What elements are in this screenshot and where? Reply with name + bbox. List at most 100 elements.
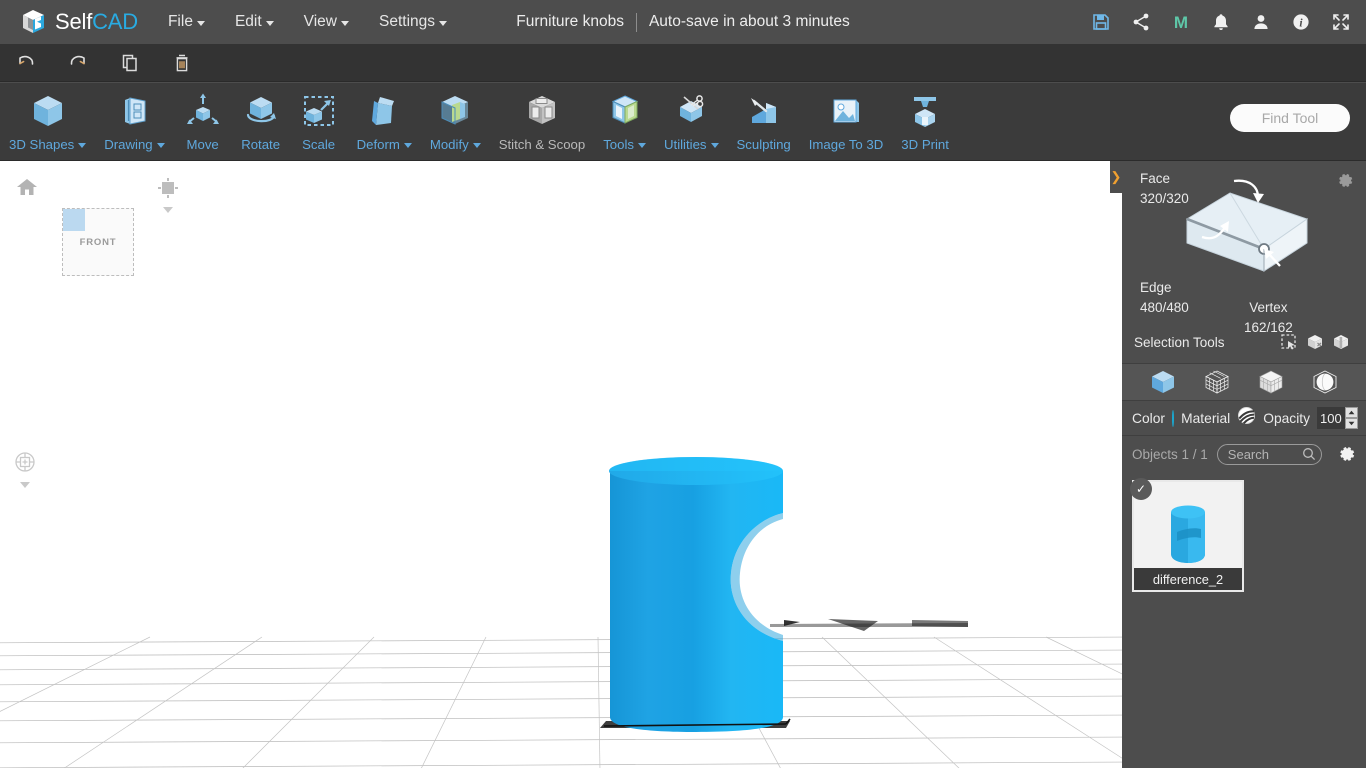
tool-sculpting-label: Sculpting <box>736 137 791 152</box>
tool-modify[interactable]: Modify <box>421 83 490 161</box>
tool-stitch-and-scoop[interactable]: Stitch & Scoop <box>490 83 595 161</box>
tool-drawing-label: Drawing <box>104 137 165 152</box>
3d-viewport[interactable]: FRONT FRONT Y X Z <box>0 161 1122 768</box>
brand[interactable]: SelfCAD <box>20 8 138 36</box>
chevron-right-icon[interactable]: ❯ <box>1110 161 1122 193</box>
menu-file[interactable]: File <box>166 9 207 35</box>
menu-file-label: File <box>167 13 193 30</box>
modify-icon <box>435 90 475 132</box>
color-swatch[interactable] <box>1171 409 1175 427</box>
chevron-down-icon[interactable] <box>163 207 173 213</box>
opacity-input[interactable] <box>1317 407 1345 429</box>
origin-target-control[interactable] <box>13 450 37 488</box>
edge-count: 480/480 <box>1140 299 1189 315</box>
edit-toolbar <box>0 44 1366 82</box>
tool-utilities[interactable]: Utilities <box>655 83 728 161</box>
snap-to-grid-control[interactable] <box>157 177 179 213</box>
right-panel: ❯ Face 320/320 Edge 480/480 Vertex 162/1… <box>1110 161 1366 768</box>
notifications-bell-icon[interactable] <box>1210 11 1232 33</box>
share-icon[interactable] <box>1130 11 1152 33</box>
selection-info-panel: Face 320/320 Edge 480/480 Vertex 162/162… <box>1122 161 1366 363</box>
chevron-down-icon <box>341 20 349 26</box>
fullscreen-icon[interactable] <box>1330 11 1352 33</box>
tool-tools[interactable]: Tools <box>594 83 655 161</box>
divider <box>635 12 637 32</box>
app-header: SelfCAD File Edit View Settings Furnitur… <box>0 0 1366 44</box>
wireframe-view-icon[interactable] <box>1198 367 1236 397</box>
object-card-difference_2[interactable]: ✓ difference_2 <box>1130 478 1244 592</box>
svg-text:M: M <box>1174 13 1188 32</box>
rectangle-select-icon[interactable] <box>1276 331 1302 353</box>
tool-image-to-3d[interactable]: Image To 3D <box>800 83 893 161</box>
tool-drawing[interactable]: Drawing <box>95 83 173 161</box>
opacity-stepper[interactable] <box>1345 407 1358 429</box>
tool-stitch-and-scoop-label: Stitch & Scoop <box>498 137 586 152</box>
objects-search-wrapper <box>1216 443 1322 465</box>
object-selected-check-icon[interactable]: ✓ <box>1130 478 1152 500</box>
main-toolbar: 3D Shapes Drawing Move Rotate Scale Defo… <box>0 83 1366 161</box>
find-tool-input[interactable] <box>1230 104 1350 132</box>
tool-rotate[interactable]: Rotate <box>232 83 290 161</box>
tool-3d-print[interactable]: 3D Print <box>892 83 958 161</box>
delete-button[interactable] <box>156 44 208 82</box>
sculpting-icon <box>744 90 784 132</box>
solid-view-icon[interactable] <box>1144 367 1182 397</box>
tool-image-to-3d-label: Image To 3D <box>808 137 884 152</box>
material-row: Color Material Opacity <box>1122 401 1366 436</box>
tool-tools-label: Tools <box>603 137 646 152</box>
user-account-icon[interactable] <box>1250 11 1272 33</box>
selfcad-logo-icon <box>20 8 48 36</box>
opacity-increment-button[interactable] <box>1345 407 1358 418</box>
view-mode-row <box>1122 363 1366 401</box>
header-icon-group: M i <box>1090 0 1352 44</box>
menu-edit[interactable]: Edit <box>233 9 276 35</box>
objects-list: ✓ difference_2 <box>1122 472 1366 592</box>
undo-button[interactable] <box>0 44 52 82</box>
home-icon[interactable] <box>16 177 38 202</box>
tool-deform[interactable]: Deform <box>348 83 421 161</box>
document-title[interactable]: Furniture knobs <box>516 13 624 31</box>
tool-move[interactable]: Move <box>174 83 232 161</box>
edge-selection-info: Edge 480/480 <box>1140 278 1189 317</box>
save-icon[interactable] <box>1090 11 1112 33</box>
objects-count-label: Objects 1 / 1 <box>1132 446 1208 462</box>
duplicate-button[interactable] <box>104 44 156 82</box>
tool-modify-label: Modify <box>430 137 481 152</box>
selection-tools-label: Selection Tools <box>1134 334 1225 350</box>
tool-scale-label: Scale <box>302 137 336 152</box>
tool-move-label: Move <box>186 137 219 152</box>
opacity-control[interactable] <box>1317 407 1358 429</box>
shaded-wireframe-view-icon[interactable] <box>1252 367 1290 397</box>
objects-settings-gear-icon[interactable] <box>1338 445 1356 463</box>
material-label[interactable]: Material <box>1181 411 1230 426</box>
tool-scale[interactable]: Scale <box>290 83 348 161</box>
cube-icon <box>28 90 68 132</box>
chevron-down-icon <box>439 20 448 26</box>
objects-search-input[interactable] <box>1216 443 1322 465</box>
chevron-down-icon <box>265 20 274 26</box>
smooth-view-icon[interactable] <box>1306 367 1344 397</box>
paint-select-icon[interactable] <box>1328 331 1354 353</box>
3d-print-icon <box>905 90 945 132</box>
menu-settings-label: Settings <box>379 13 436 30</box>
menu-view-label: View <box>303 13 337 30</box>
redo-button[interactable] <box>52 44 104 82</box>
autosave-status: Auto-save in about 3 minutes <box>648 13 850 30</box>
objects-header: Objects 1 / 1 <box>1122 436 1366 472</box>
tool-utilities-label: Utilities <box>664 137 719 152</box>
gear-icon[interactable] <box>1337 172 1354 194</box>
tool-sculpting[interactable]: Sculpting <box>728 83 800 161</box>
selfcad-app: SelfCAD File Edit View Settings Furnitur… <box>0 0 1366 768</box>
menu-settings[interactable]: Settings <box>377 9 449 35</box>
opacity-decrement-button[interactable] <box>1345 418 1358 429</box>
tool-3d-shapes[interactable]: 3D Shapes <box>0 83 95 161</box>
tool-deform-label: Deform <box>357 137 412 152</box>
material-sphere-icon[interactable] <box>1237 406 1256 430</box>
magic-m-icon[interactable]: M <box>1170 11 1192 33</box>
selection-mode-illustration <box>1185 179 1309 272</box>
menu-view[interactable]: View <box>302 9 351 35</box>
box-select-icon[interactable] <box>1302 331 1328 353</box>
info-icon[interactable]: i <box>1290 11 1312 33</box>
view-cube-navigator[interactable]: FRONT <box>62 208 134 276</box>
chevron-down-icon[interactable] <box>20 482 30 488</box>
